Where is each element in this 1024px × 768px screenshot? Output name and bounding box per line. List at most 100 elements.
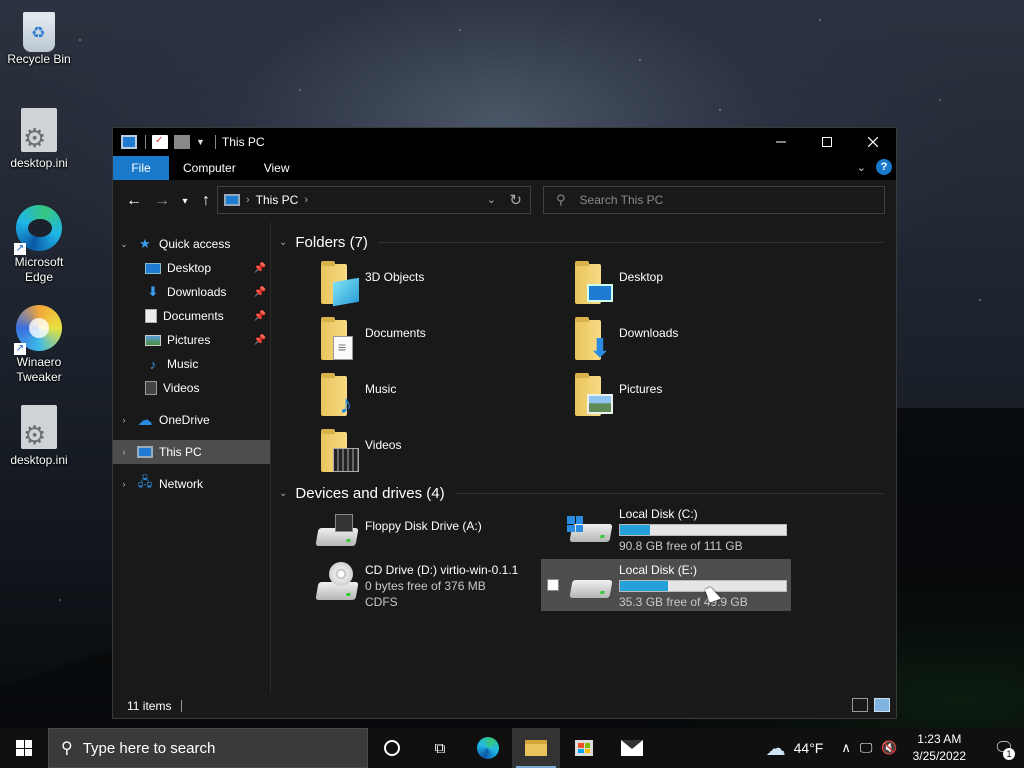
- nav-item-documents[interactable]: Documents 📌: [113, 304, 270, 328]
- desktop-icon-recycle-bin[interactable]: Recycle Bin: [1, 8, 77, 67]
- weather-widget[interactable]: ☁ 44°F: [766, 736, 824, 761]
- tab-view[interactable]: View: [250, 156, 304, 180]
- item-count: 11 items: [127, 699, 172, 713]
- nav-network[interactable]: › 🖧 Network: [113, 472, 270, 496]
- drive-usage-bar: [619, 580, 787, 592]
- start-button[interactable]: [0, 728, 48, 768]
- action-center-button[interactable]: 🗨 1: [984, 728, 1024, 768]
- taskbar-search-placeholder: Type here to search: [82, 739, 216, 757]
- chevron-right-icon[interactable]: ›: [304, 194, 308, 206]
- chevron-down-icon[interactable]: ⌄: [119, 239, 129, 250]
- drive-name: Local Disk (E:): [619, 563, 698, 577]
- search-box[interactable]: ⚲ Search This PC: [543, 186, 885, 214]
- folder-3d-objects[interactable]: 3D Objects: [313, 261, 424, 308]
- title-bar[interactable]: ▼ This PC: [113, 128, 896, 156]
- desktop-icon-label: Recycle Bin: [7, 52, 71, 66]
- divider: [145, 135, 146, 149]
- minimize-button[interactable]: [758, 128, 804, 156]
- nav-item-music[interactable]: ♪ Music: [113, 352, 270, 376]
- back-button[interactable]: ←: [123, 189, 145, 213]
- edge-icon: [477, 737, 499, 759]
- devices-group-header[interactable]: ⌄ Devices and drives (4): [279, 485, 883, 502]
- system-tray: ☁ 44°F ∧ 🖵 🔇 1:23 AM 3/25/2022 🗨 1: [766, 728, 1024, 768]
- drive-local-c[interactable]: Local Disk (C:) 90.8 GB free of 111 GB: [567, 506, 787, 554]
- new-folder-icon[interactable]: [174, 135, 190, 149]
- address-bar[interactable]: › This PC › ⌄ ↻: [217, 186, 531, 214]
- clock[interactable]: 1:23 AM 3/25/2022: [913, 731, 966, 765]
- chevron-right-icon[interactable]: ›: [119, 479, 129, 489]
- tab-computer[interactable]: Computer: [169, 156, 250, 180]
- select-checkbox[interactable]: [547, 579, 559, 591]
- folder-videos[interactable]: Videos: [313, 429, 402, 476]
- drive-cd-d[interactable]: CD Drive (D:) virtio-win-0.1.1 0 bytes f…: [313, 562, 518, 610]
- folder-name: Videos: [365, 438, 402, 452]
- folder-downloads[interactable]: ⬇ Downloads: [567, 317, 678, 364]
- show-hidden-icons-chevron-up-icon[interactable]: ∧: [841, 740, 851, 756]
- pin-icon: 📌: [253, 334, 266, 346]
- nav-label: Desktop: [167, 261, 212, 275]
- navigation-bar: ← → ▾ ↑ › This PC › ⌄ ↻ ⚲ Search This PC: [113, 180, 896, 222]
- tab-file[interactable]: File: [113, 156, 169, 180]
- desktop-icon-edge[interactable]: ↗ Microsoft Edge: [1, 205, 77, 285]
- refresh-icon[interactable]: ↻: [509, 191, 522, 209]
- desktop-icon-winaero[interactable]: ↗ Winaero Tweaker: [1, 305, 77, 385]
- folder-desktop[interactable]: Desktop: [567, 261, 663, 308]
- nav-onedrive[interactable]: › ☁ OneDrive: [113, 408, 270, 432]
- taskbar: ⚲ Type here to search ⧉ ☁ 44°F ∧ 🖵 🔇 1:2…: [0, 728, 1024, 768]
- recent-locations-dropdown[interactable]: ▾: [179, 189, 191, 213]
- folders-group-header[interactable]: ⌄ Folders (7): [279, 234, 883, 251]
- nav-item-videos[interactable]: Videos: [113, 376, 270, 400]
- group-title: Folders (7): [295, 234, 368, 251]
- task-view-button[interactable]: ⧉: [416, 728, 464, 768]
- desktop-icon-desktop-ini-1[interactable]: desktop.ini: [1, 108, 77, 171]
- maximize-button[interactable]: [804, 128, 850, 156]
- drive-file-system: CDFS: [365, 595, 398, 609]
- folder-music[interactable]: ♪ Music: [313, 373, 396, 420]
- chevron-right-icon[interactable]: ›: [119, 415, 129, 425]
- search-placeholder: Search This PC: [579, 193, 664, 207]
- nav-item-desktop[interactable]: Desktop 📌: [113, 256, 270, 280]
- floppy-disk-icon: [335, 514, 353, 532]
- help-icon[interactable]: ?: [876, 159, 892, 175]
- nav-label: Music: [167, 357, 199, 371]
- breadcrumb-this-pc[interactable]: This PC: [256, 193, 299, 207]
- taskbar-mail[interactable]: [608, 728, 656, 768]
- nav-quick-access[interactable]: ⌄ ★ Quick access: [113, 232, 270, 256]
- cloud-icon: ☁: [137, 412, 153, 429]
- chevron-down-icon: ⌄: [279, 488, 288, 499]
- taskbar-store[interactable]: [560, 728, 608, 768]
- cortana-button[interactable]: [368, 728, 416, 768]
- this-pc-icon: [121, 135, 137, 149]
- taskbar-search-box[interactable]: ⚲ Type here to search: [48, 728, 368, 768]
- volume-muted-icon[interactable]: 🔇: [881, 740, 897, 756]
- ribbon-tabs: File Computer View ⌄ ?: [113, 156, 896, 180]
- network-icon[interactable]: 🖵: [860, 740, 873, 756]
- nav-this-pc[interactable]: › This PC: [113, 440, 270, 464]
- nav-item-pictures[interactable]: Pictures 📌: [113, 328, 270, 352]
- pin-icon: 📌: [253, 262, 266, 274]
- address-history-dropdown-icon[interactable]: ⌄: [487, 193, 496, 206]
- chevron-right-icon[interactable]: ›: [119, 447, 129, 457]
- windows-logo-icon: [567, 516, 583, 532]
- properties-icon[interactable]: [152, 135, 168, 149]
- expand-ribbon-icon[interactable]: ⌄: [857, 161, 866, 174]
- forward-button[interactable]: →: [151, 189, 173, 213]
- drive-free-space: 90.8 GB free of 111 GB: [619, 539, 743, 553]
- folder-documents[interactable]: Documents: [313, 317, 426, 364]
- nav-item-downloads[interactable]: ⬇ Downloads 📌: [113, 280, 270, 304]
- drive-local-e[interactable]: Local Disk (E:) 35.3 GB free of 49.9 GB: [541, 559, 791, 611]
- folder-pictures[interactable]: Pictures: [567, 373, 662, 420]
- desktop-icon-desktop-ini-2[interactable]: desktop.ini: [1, 405, 77, 468]
- drive-name: CD Drive (D:) virtio-win-0.1.1: [365, 563, 519, 577]
- quick-access-toolbar-dropdown-icon[interactable]: ▼: [196, 137, 205, 147]
- close-button[interactable]: [850, 128, 896, 156]
- taskbar-file-explorer[interactable]: [512, 728, 560, 768]
- store-icon: [575, 740, 593, 756]
- large-icons-view-button[interactable]: [874, 698, 890, 712]
- chevron-right-icon[interactable]: ›: [246, 194, 250, 206]
- drive-floppy-a[interactable]: Floppy Disk Drive (A:): [313, 512, 482, 556]
- details-view-button[interactable]: [852, 698, 868, 712]
- taskbar-edge[interactable]: [464, 728, 512, 768]
- up-button[interactable]: ↑: [195, 189, 217, 213]
- drive-usage-bar: [619, 524, 787, 536]
